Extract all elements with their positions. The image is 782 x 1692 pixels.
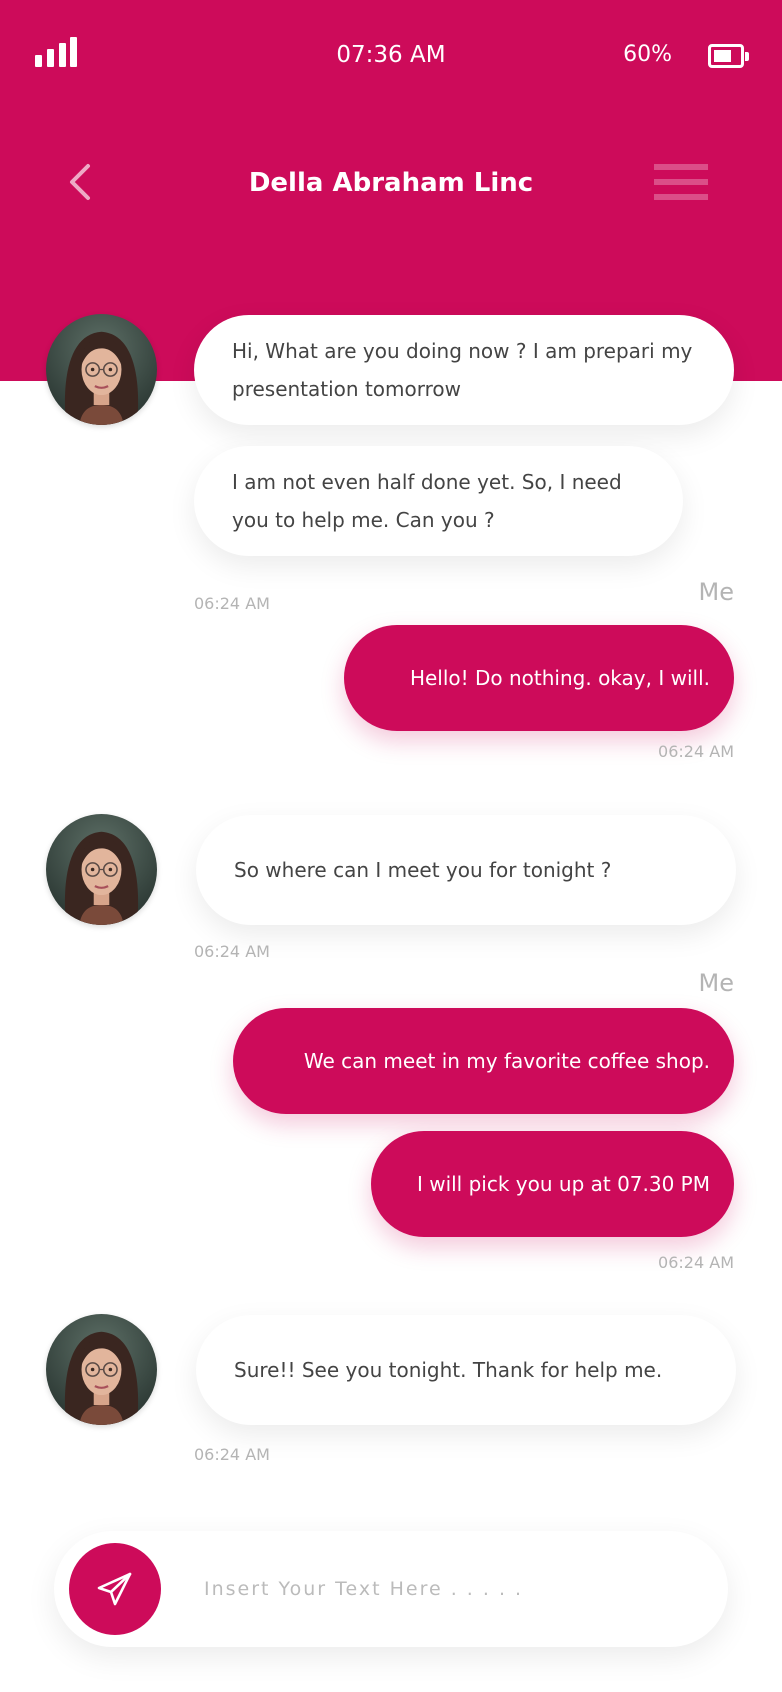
- paper-plane-icon: [97, 1572, 132, 1606]
- contact-avatar[interactable]: [46, 314, 157, 425]
- message-timestamp: 06:24 AM: [658, 742, 734, 761]
- message-timestamp: 06:24 AM: [658, 1253, 734, 1272]
- message-text: Hi, What are you doing now ? I am prepar…: [232, 339, 693, 401]
- message-text: Sure!! See you tonight. Thank for help m…: [234, 1358, 663, 1382]
- message-input[interactable]: [204, 1564, 684, 1614]
- message-text: So where can I meet you for tonight ?: [234, 858, 612, 882]
- message-bubble-outgoing: I will pick you up at 07.30 PM: [371, 1131, 734, 1237]
- message-bubble-outgoing: Hello! Do nothing. okay, I will.: [344, 625, 734, 731]
- message-composer: [54, 1531, 728, 1647]
- contact-avatar[interactable]: [46, 814, 157, 925]
- message-bubble-outgoing: We can meet in my favorite coffee shop.: [233, 1008, 734, 1114]
- avatar-photo: [46, 1314, 157, 1425]
- sender-label-me: Me: [698, 969, 734, 997]
- battery-percentage: 60%: [623, 42, 672, 67]
- message-text: I am not even half done yet. So, I need …: [232, 470, 622, 532]
- status-bar: 07:36 AM 60%: [0, 0, 782, 112]
- send-button[interactable]: [69, 1543, 161, 1635]
- sender-label-me: Me: [698, 578, 734, 606]
- message-timestamp: 06:24 AM: [194, 1445, 270, 1464]
- menu-button[interactable]: [654, 164, 708, 200]
- message-bubble-incoming: Sure!! See you tonight. Thank for help m…: [196, 1315, 736, 1425]
- battery-icon: [708, 44, 749, 68]
- message-text: Hello! Do nothing. okay, I will.: [409, 666, 710, 690]
- message-bubble-incoming: So where can I meet you for tonight ?: [196, 815, 736, 925]
- avatar-photo: [46, 814, 157, 925]
- avatar-photo: [46, 314, 157, 425]
- message-text: We can meet in my favorite coffee shop.: [303, 1049, 710, 1073]
- message-timestamp: 06:24 AM: [194, 942, 270, 961]
- contact-avatar[interactable]: [46, 1314, 157, 1425]
- message-text: I will pick you up at 07.30 PM: [416, 1172, 710, 1196]
- message-timestamp: 06:24 AM: [194, 594, 270, 613]
- message-bubble-incoming: I am not even half done yet. So, I need …: [194, 446, 683, 556]
- message-bubble-incoming: Hi, What are you doing now ? I am prepar…: [194, 315, 734, 425]
